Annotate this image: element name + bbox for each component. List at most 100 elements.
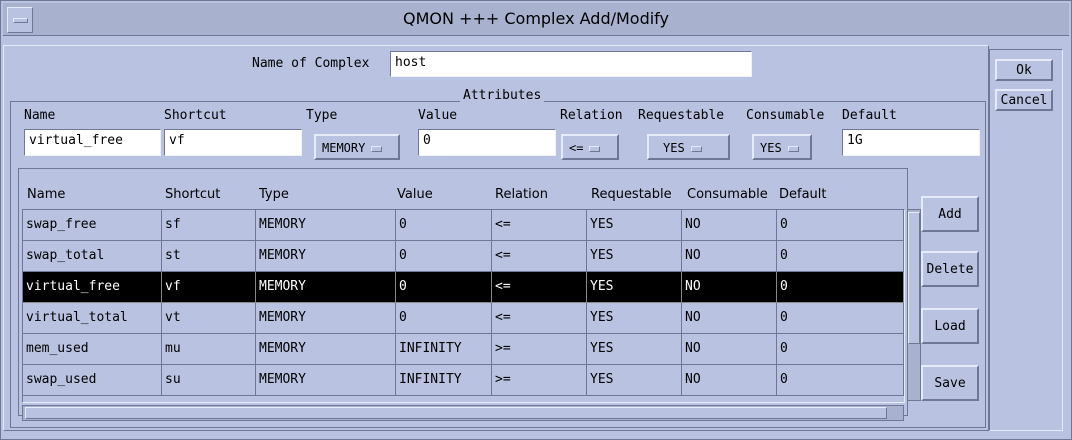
table-row[interactable]: swap_total st MEMORY 0 <= YES NO 0	[23, 241, 904, 272]
horizontal-scroll-thumb[interactable]	[25, 407, 887, 419]
cell-value[interactable]: 0	[396, 272, 492, 303]
relation-select-value: <=	[569, 141, 584, 155]
cell-type[interactable]: MEMORY	[256, 210, 396, 241]
cell-consumable[interactable]: NO	[682, 365, 777, 396]
value-label: Value	[418, 108, 458, 123]
add-button[interactable]: Add	[921, 196, 979, 232]
table-vertical-scrollbar[interactable]	[907, 209, 921, 401]
complex-name-field[interactable]: host	[390, 51, 752, 77]
col-header-value: Value	[397, 187, 433, 202]
consumable-label: Consumable	[746, 108, 825, 123]
option-indicator-icon	[787, 145, 799, 152]
cancel-button[interactable]: Cancel	[995, 89, 1053, 111]
cell-relation[interactable]: <=	[492, 210, 587, 241]
cell-default[interactable]: 0	[777, 334, 904, 365]
col-header-shortcut: Shortcut	[165, 187, 221, 202]
type-select[interactable]: MEMORY	[314, 134, 400, 160]
table-row[interactable]: virtual_total vt MEMORY 0 <= YES NO 0	[23, 303, 904, 334]
type-label: Type	[306, 108, 338, 123]
requestable-select[interactable]: YES	[647, 134, 730, 160]
cell-name[interactable]: swap_used	[23, 365, 162, 396]
table-row[interactable]: swap_used su MEMORY INFINITY >= YES NO 0	[23, 365, 904, 396]
vertical-scroll-thumb[interactable]	[908, 212, 920, 344]
cell-type[interactable]: MEMORY	[256, 365, 396, 396]
cell-type[interactable]: MEMORY	[256, 303, 396, 334]
cell-default[interactable]: 0	[777, 241, 904, 272]
cell-default[interactable]: 0	[777, 303, 904, 334]
shortcut-field[interactable]: vf	[164, 129, 302, 156]
cell-value[interactable]: 0	[396, 241, 492, 272]
cell-value[interactable]: INFINITY	[396, 334, 492, 365]
cell-name[interactable]: swap_total	[23, 241, 162, 272]
cell-relation[interactable]: <=	[492, 241, 587, 272]
name-label: Name	[24, 108, 56, 123]
cell-name[interactable]: virtual_free	[23, 272, 162, 303]
cell-consumable[interactable]: NO	[682, 272, 777, 303]
consumable-select-value: YES	[760, 141, 782, 155]
cell-requestable[interactable]: YES	[587, 210, 682, 241]
cell-default[interactable]: 0	[777, 272, 904, 303]
option-indicator-icon	[371, 145, 383, 152]
table-horizontal-scrollbar[interactable]	[22, 405, 904, 421]
cell-value[interactable]: 0	[396, 210, 492, 241]
ok-button[interactable]: Ok	[995, 59, 1053, 81]
cell-requestable[interactable]: YES	[587, 365, 682, 396]
requestable-label: Requestable	[638, 108, 725, 123]
save-button[interactable]: Save	[921, 365, 979, 401]
cell-relation[interactable]: <=	[492, 303, 587, 334]
cell-requestable[interactable]: YES	[587, 241, 682, 272]
default-field[interactable]: 1G	[842, 129, 980, 156]
col-header-type: Type	[259, 187, 289, 202]
shortcut-label: Shortcut	[164, 108, 227, 123]
cell-relation[interactable]: >=	[492, 334, 587, 365]
option-indicator-icon	[589, 145, 601, 152]
attribute-table[interactable]: swap_free sf MEMORY 0 <= YES NO 0 swap_t…	[22, 209, 905, 403]
consumable-select[interactable]: YES	[752, 134, 812, 160]
cell-shortcut[interactable]: mu	[162, 334, 256, 365]
cell-name[interactable]: mem_used	[23, 334, 162, 365]
value-field[interactable]: 0	[418, 129, 556, 156]
cell-requestable[interactable]: YES	[587, 303, 682, 334]
table-row[interactable]: swap_free sf MEMORY 0 <= YES NO 0	[23, 210, 904, 241]
cell-shortcut[interactable]: vt	[162, 303, 256, 334]
window-title: QMON +++ Complex Add/Modify	[403, 9, 669, 28]
cell-shortcut[interactable]: su	[162, 365, 256, 396]
cell-shortcut[interactable]: sf	[162, 210, 256, 241]
attributes-group-label: Attributes	[460, 88, 545, 103]
col-header-name: Name	[27, 187, 66, 202]
cell-type[interactable]: MEMORY	[256, 241, 396, 272]
cell-type[interactable]: MEMORY	[256, 334, 396, 365]
col-header-requestable: Requestable	[591, 187, 672, 202]
col-header-consumable: Consumable	[687, 187, 768, 202]
col-header-default: Default	[779, 187, 827, 202]
table-row[interactable]: mem_used mu MEMORY INFINITY >= YES NO 0	[23, 334, 904, 365]
cell-value[interactable]: 0	[396, 303, 492, 334]
cell-type[interactable]: MEMORY	[256, 272, 396, 303]
cell-name[interactable]: swap_free	[23, 210, 162, 241]
col-header-relation: Relation	[495, 187, 548, 202]
cell-default[interactable]: 0	[777, 210, 904, 241]
cell-name[interactable]: virtual_total	[23, 303, 162, 334]
cell-requestable[interactable]: YES	[587, 334, 682, 365]
title-bar[interactable]: QMON +++ Complex Add/Modify	[3, 3, 1069, 36]
cell-relation[interactable]: >=	[492, 365, 587, 396]
cell-consumable[interactable]: NO	[682, 241, 777, 272]
delete-button[interactable]: Delete	[921, 251, 979, 287]
requestable-select-value: YES	[663, 141, 685, 155]
complex-dialog: QMON +++ Complex Add/Modify Name of Comp…	[0, 0, 1072, 440]
name-field[interactable]: virtual_free	[24, 129, 161, 156]
cell-default[interactable]: 0	[777, 365, 904, 396]
relation-select[interactable]: <=	[561, 134, 619, 160]
cell-requestable[interactable]: YES	[587, 272, 682, 303]
cell-consumable[interactable]: NO	[682, 303, 777, 334]
cell-value[interactable]: INFINITY	[396, 365, 492, 396]
cell-consumable[interactable]: NO	[682, 210, 777, 241]
type-select-value: MEMORY	[322, 141, 366, 155]
cell-shortcut[interactable]: st	[162, 241, 256, 272]
cell-shortcut[interactable]: vf	[162, 272, 256, 303]
table-row-selected[interactable]: virtual_free vf MEMORY 0 <= YES NO 0	[23, 272, 904, 303]
complex-name-label: Name of Complex	[252, 56, 370, 71]
cell-relation[interactable]: <=	[492, 272, 587, 303]
cell-consumable[interactable]: NO	[682, 334, 777, 365]
load-button[interactable]: Load	[921, 308, 979, 344]
